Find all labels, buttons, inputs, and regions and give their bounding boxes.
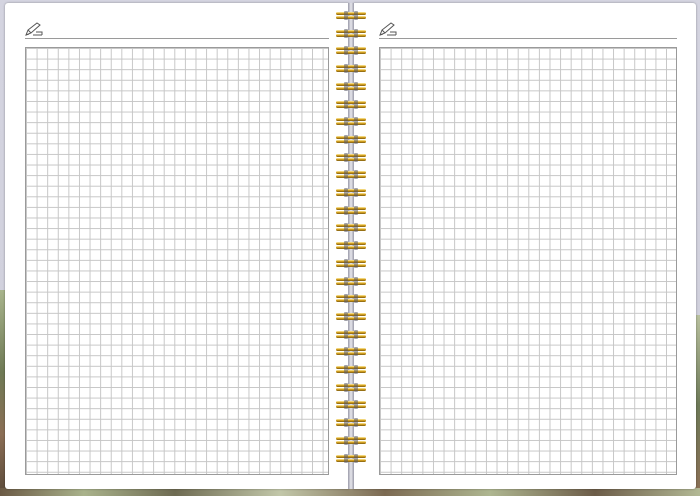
spiral-ring [336, 81, 366, 91]
spiral-ring [336, 117, 366, 127]
spiral-binding [334, 0, 370, 496]
spiral-ring [336, 400, 366, 410]
spiral-ring [336, 329, 366, 339]
spiral-ring [336, 347, 366, 357]
right-page [353, 3, 696, 489]
spiral-ring [336, 205, 366, 215]
spiral-ring [336, 188, 366, 197]
left-graph-grid[interactable] [25, 47, 329, 475]
spiral-ring [336, 11, 366, 20]
spiral-ring [336, 152, 366, 162]
spiral-ring [336, 241, 366, 251]
spiral-ring [336, 418, 366, 428]
spiral-ring [336, 453, 366, 463]
spiral-ring [336, 28, 366, 38]
spiral-ring [336, 294, 366, 304]
pencil-icon [379, 22, 397, 36]
spiral-ring [336, 134, 366, 144]
spiral-ring [336, 311, 366, 321]
spiral-ring [336, 258, 366, 268]
spiral-ring [336, 170, 366, 180]
spiral-ring [336, 46, 366, 56]
right-graph-grid[interactable] [379, 47, 677, 475]
spiral-ring [336, 276, 366, 286]
right-page-header [379, 21, 677, 41]
left-page-header [25, 21, 329, 41]
spiral-ring [336, 435, 366, 445]
title-line [379, 38, 677, 39]
spiral-ring [336, 99, 366, 109]
spiral-ring [336, 64, 366, 74]
pencil-icon [25, 22, 43, 36]
spiral-ring [336, 223, 366, 233]
spiral-ring [336, 382, 366, 392]
left-page [5, 3, 349, 489]
spiral-ring [336, 365, 366, 374]
title-line [25, 38, 329, 39]
